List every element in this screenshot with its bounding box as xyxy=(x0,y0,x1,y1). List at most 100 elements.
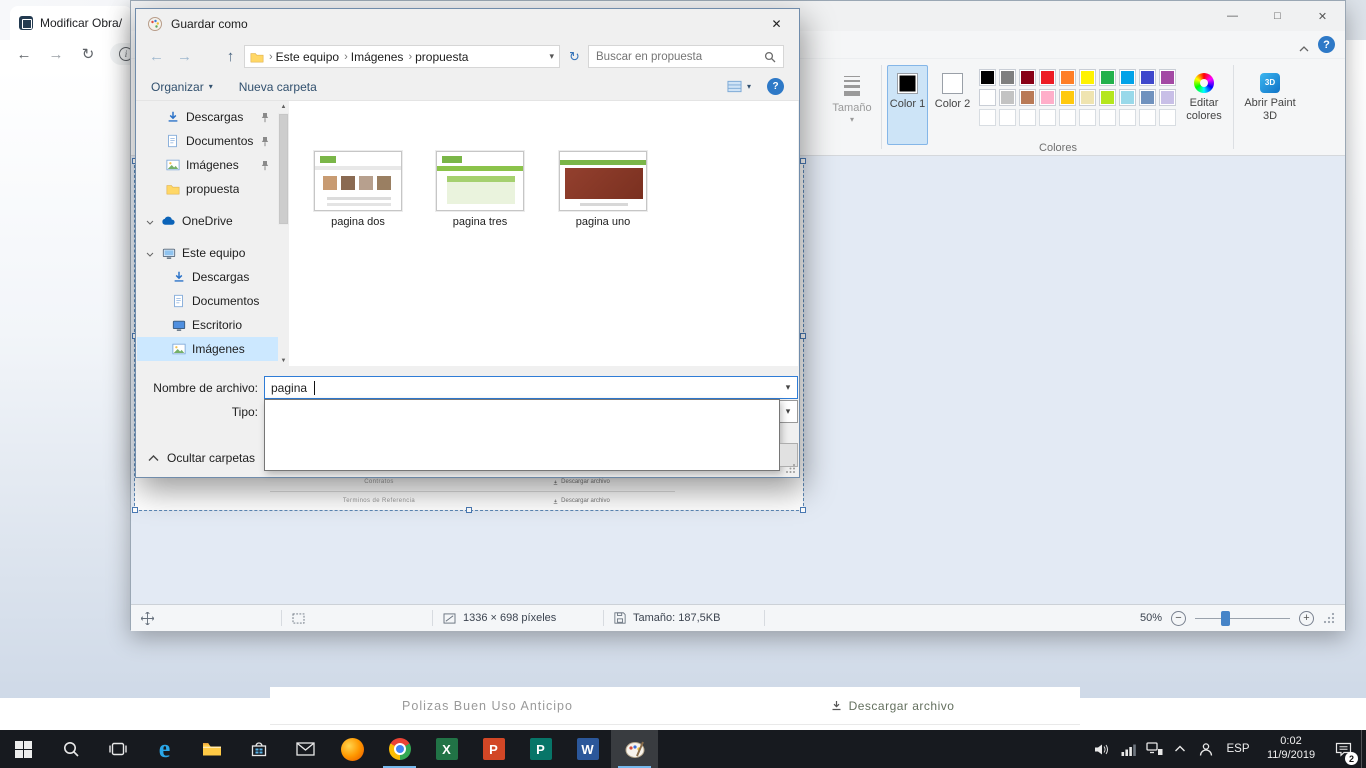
palette-swatch-empty[interactable] xyxy=(1039,109,1056,126)
filename-dropdown-icon[interactable]: ▾ xyxy=(779,382,797,393)
language-indicator[interactable]: ESP xyxy=(1219,743,1257,755)
breadcrumb-segment[interactable]: ›Imágenes xyxy=(341,50,403,64)
nav-item-descargas[interactable]: Descargas xyxy=(137,105,278,129)
browser-refresh-icon[interactable]: ↻ xyxy=(76,43,100,65)
filename-input[interactable]: pagina ▾ xyxy=(264,376,798,399)
nav-item-descargas[interactable]: Descargas xyxy=(137,265,278,289)
people-icon[interactable] xyxy=(1193,730,1219,768)
clock[interactable]: 0:02 11/9/2019 xyxy=(1257,735,1325,763)
nav-item-documentos[interactable]: Documentos xyxy=(137,289,278,313)
taskbar-word-icon[interactable]: W xyxy=(564,730,611,768)
dialog-close-icon[interactable]: ✕ xyxy=(754,9,799,38)
color2-button[interactable]: Color 2 xyxy=(932,65,973,145)
open-paint3d-button[interactable]: Abrir Paint 3D xyxy=(1241,65,1299,145)
palette-swatch[interactable] xyxy=(1019,89,1036,106)
dialog-resize-grip[interactable] xyxy=(785,463,796,474)
palette-swatch[interactable] xyxy=(1119,69,1136,86)
taskbar-store-icon[interactable] xyxy=(235,730,282,768)
download-link[interactable]: Descargar archivo xyxy=(705,699,1080,713)
file-item[interactable]: pagina uno xyxy=(548,151,658,228)
selection-handle[interactable] xyxy=(132,507,138,513)
volume-icon[interactable] xyxy=(1089,730,1115,768)
palette-swatch-empty[interactable] xyxy=(1059,109,1076,126)
browser-forward-icon[interactable]: → xyxy=(44,43,68,65)
palette-swatch[interactable] xyxy=(1059,89,1076,106)
chrome-tab[interactable]: Modificar Obra/ xyxy=(10,6,132,40)
scroll-up-icon[interactable]: ▲ xyxy=(278,101,289,112)
palette-swatch[interactable] xyxy=(1079,69,1096,86)
autocomplete-dropdown[interactable] xyxy=(264,399,780,471)
palette-swatch[interactable] xyxy=(979,89,996,106)
breadcrumb[interactable]: ›Este equipo›Imágenes›propuesta ▾ xyxy=(244,45,560,68)
navigation-scrollbar[interactable]: ▲ ▼ xyxy=(278,101,289,366)
organize-menu[interactable]: Organizar▾ xyxy=(151,80,213,94)
selection-handle[interactable] xyxy=(800,507,806,513)
color1-button[interactable]: Color 1 xyxy=(887,65,928,145)
taskbar-start-icon[interactable] xyxy=(0,730,47,768)
expand-chevron-icon[interactable] xyxy=(146,246,154,260)
file-item[interactable]: pagina dos xyxy=(303,151,413,228)
palette-swatch[interactable] xyxy=(1099,89,1116,106)
palette-swatch[interactable] xyxy=(1159,69,1176,86)
nav-item-im-genes[interactable]: Imágenes xyxy=(137,337,278,361)
maximize-button[interactable]: □ xyxy=(1255,1,1300,31)
taskbar-firefox-icon[interactable] xyxy=(329,730,376,768)
taskbar-paint-icon[interactable] xyxy=(611,730,658,768)
taskbar-mail-icon[interactable] xyxy=(282,730,329,768)
zoom-slider-thumb[interactable] xyxy=(1221,611,1230,626)
dialog-back-icon[interactable]: ← xyxy=(144,44,169,68)
type-dropdown-icon[interactable]: ▾ xyxy=(779,406,797,417)
palette-swatch[interactable] xyxy=(1039,69,1056,86)
file-list[interactable] xyxy=(289,101,798,366)
show-desktop-button[interactable] xyxy=(1361,730,1366,768)
palette-swatch-empty[interactable] xyxy=(999,109,1016,126)
view-mode-button[interactable]: ▾ xyxy=(727,80,751,93)
resize-grip-icon[interactable] xyxy=(1323,612,1335,624)
selection-handle[interactable] xyxy=(800,158,806,164)
edit-colors-button[interactable]: Editar colores xyxy=(1179,65,1229,145)
taskbar-chrome-icon[interactable] xyxy=(376,730,423,768)
browser-back-icon[interactable]: ← xyxy=(12,43,36,65)
minimize-button[interactable]: — xyxy=(1210,1,1255,31)
size-dropdown[interactable]: Tamaño ▾ xyxy=(825,65,879,145)
selection-handle[interactable] xyxy=(800,333,806,339)
file-item[interactable]: pagina tres xyxy=(425,151,535,228)
taskbar-publisher-icon[interactable]: P xyxy=(517,730,564,768)
breadcrumb-segment[interactable]: ›Este equipo xyxy=(266,50,339,64)
breadcrumb-dropdown-icon[interactable]: ▾ xyxy=(549,51,554,62)
nav-item-propuesta[interactable]: propuesta xyxy=(137,177,278,201)
nav-item-escritorio[interactable]: Escritorio xyxy=(137,313,278,337)
close-button[interactable]: ✕ xyxy=(1300,1,1345,31)
nav-item-documentos[interactable]: Documentos xyxy=(137,129,278,153)
taskbar-powerpoint-icon[interactable]: P xyxy=(470,730,517,768)
zoom-in-button[interactable]: + xyxy=(1299,611,1314,626)
selection-handle[interactable] xyxy=(466,507,472,513)
palette-swatch-empty[interactable] xyxy=(1019,109,1036,126)
taskbar-edge-icon[interactable]: e xyxy=(141,730,188,768)
palette-swatch-empty[interactable] xyxy=(1099,109,1116,126)
network-icon[interactable] xyxy=(1141,730,1167,768)
palette-swatch[interactable] xyxy=(999,89,1016,106)
breadcrumb-segment[interactable]: ›propuesta xyxy=(405,50,468,64)
taskbar-task-view-icon[interactable] xyxy=(94,730,141,768)
palette-swatch[interactable] xyxy=(979,69,996,86)
expand-chevron-icon[interactable] xyxy=(146,214,154,228)
nav-item-este-equipo[interactable]: Este equipo xyxy=(137,241,278,265)
hide-folders-button[interactable]: Ocultar carpetas xyxy=(148,446,255,470)
scrollbar-thumb[interactable] xyxy=(279,114,288,224)
palette-swatch[interactable] xyxy=(1119,89,1136,106)
collapse-ribbon-icon[interactable] xyxy=(1299,41,1309,55)
help-icon[interactable]: ? xyxy=(767,78,784,95)
paint-help-icon[interactable]: ? xyxy=(1318,36,1335,53)
nav-item-onedrive[interactable]: OneDrive xyxy=(137,209,278,233)
chevron-up-icon[interactable] xyxy=(1167,730,1193,768)
palette-swatch-empty[interactable] xyxy=(979,109,996,126)
palette-swatch[interactable] xyxy=(999,69,1016,86)
zoom-out-button[interactable]: − xyxy=(1171,611,1186,626)
new-folder-button[interactable]: Nueva carpeta xyxy=(239,80,317,94)
palette-swatch-empty[interactable] xyxy=(1079,109,1096,126)
palette-swatch-empty[interactable] xyxy=(1119,109,1136,126)
palette-swatch-empty[interactable] xyxy=(1139,109,1156,126)
search-box[interactable]: Buscar en propuesta xyxy=(588,45,784,68)
palette-swatch[interactable] xyxy=(1059,69,1076,86)
